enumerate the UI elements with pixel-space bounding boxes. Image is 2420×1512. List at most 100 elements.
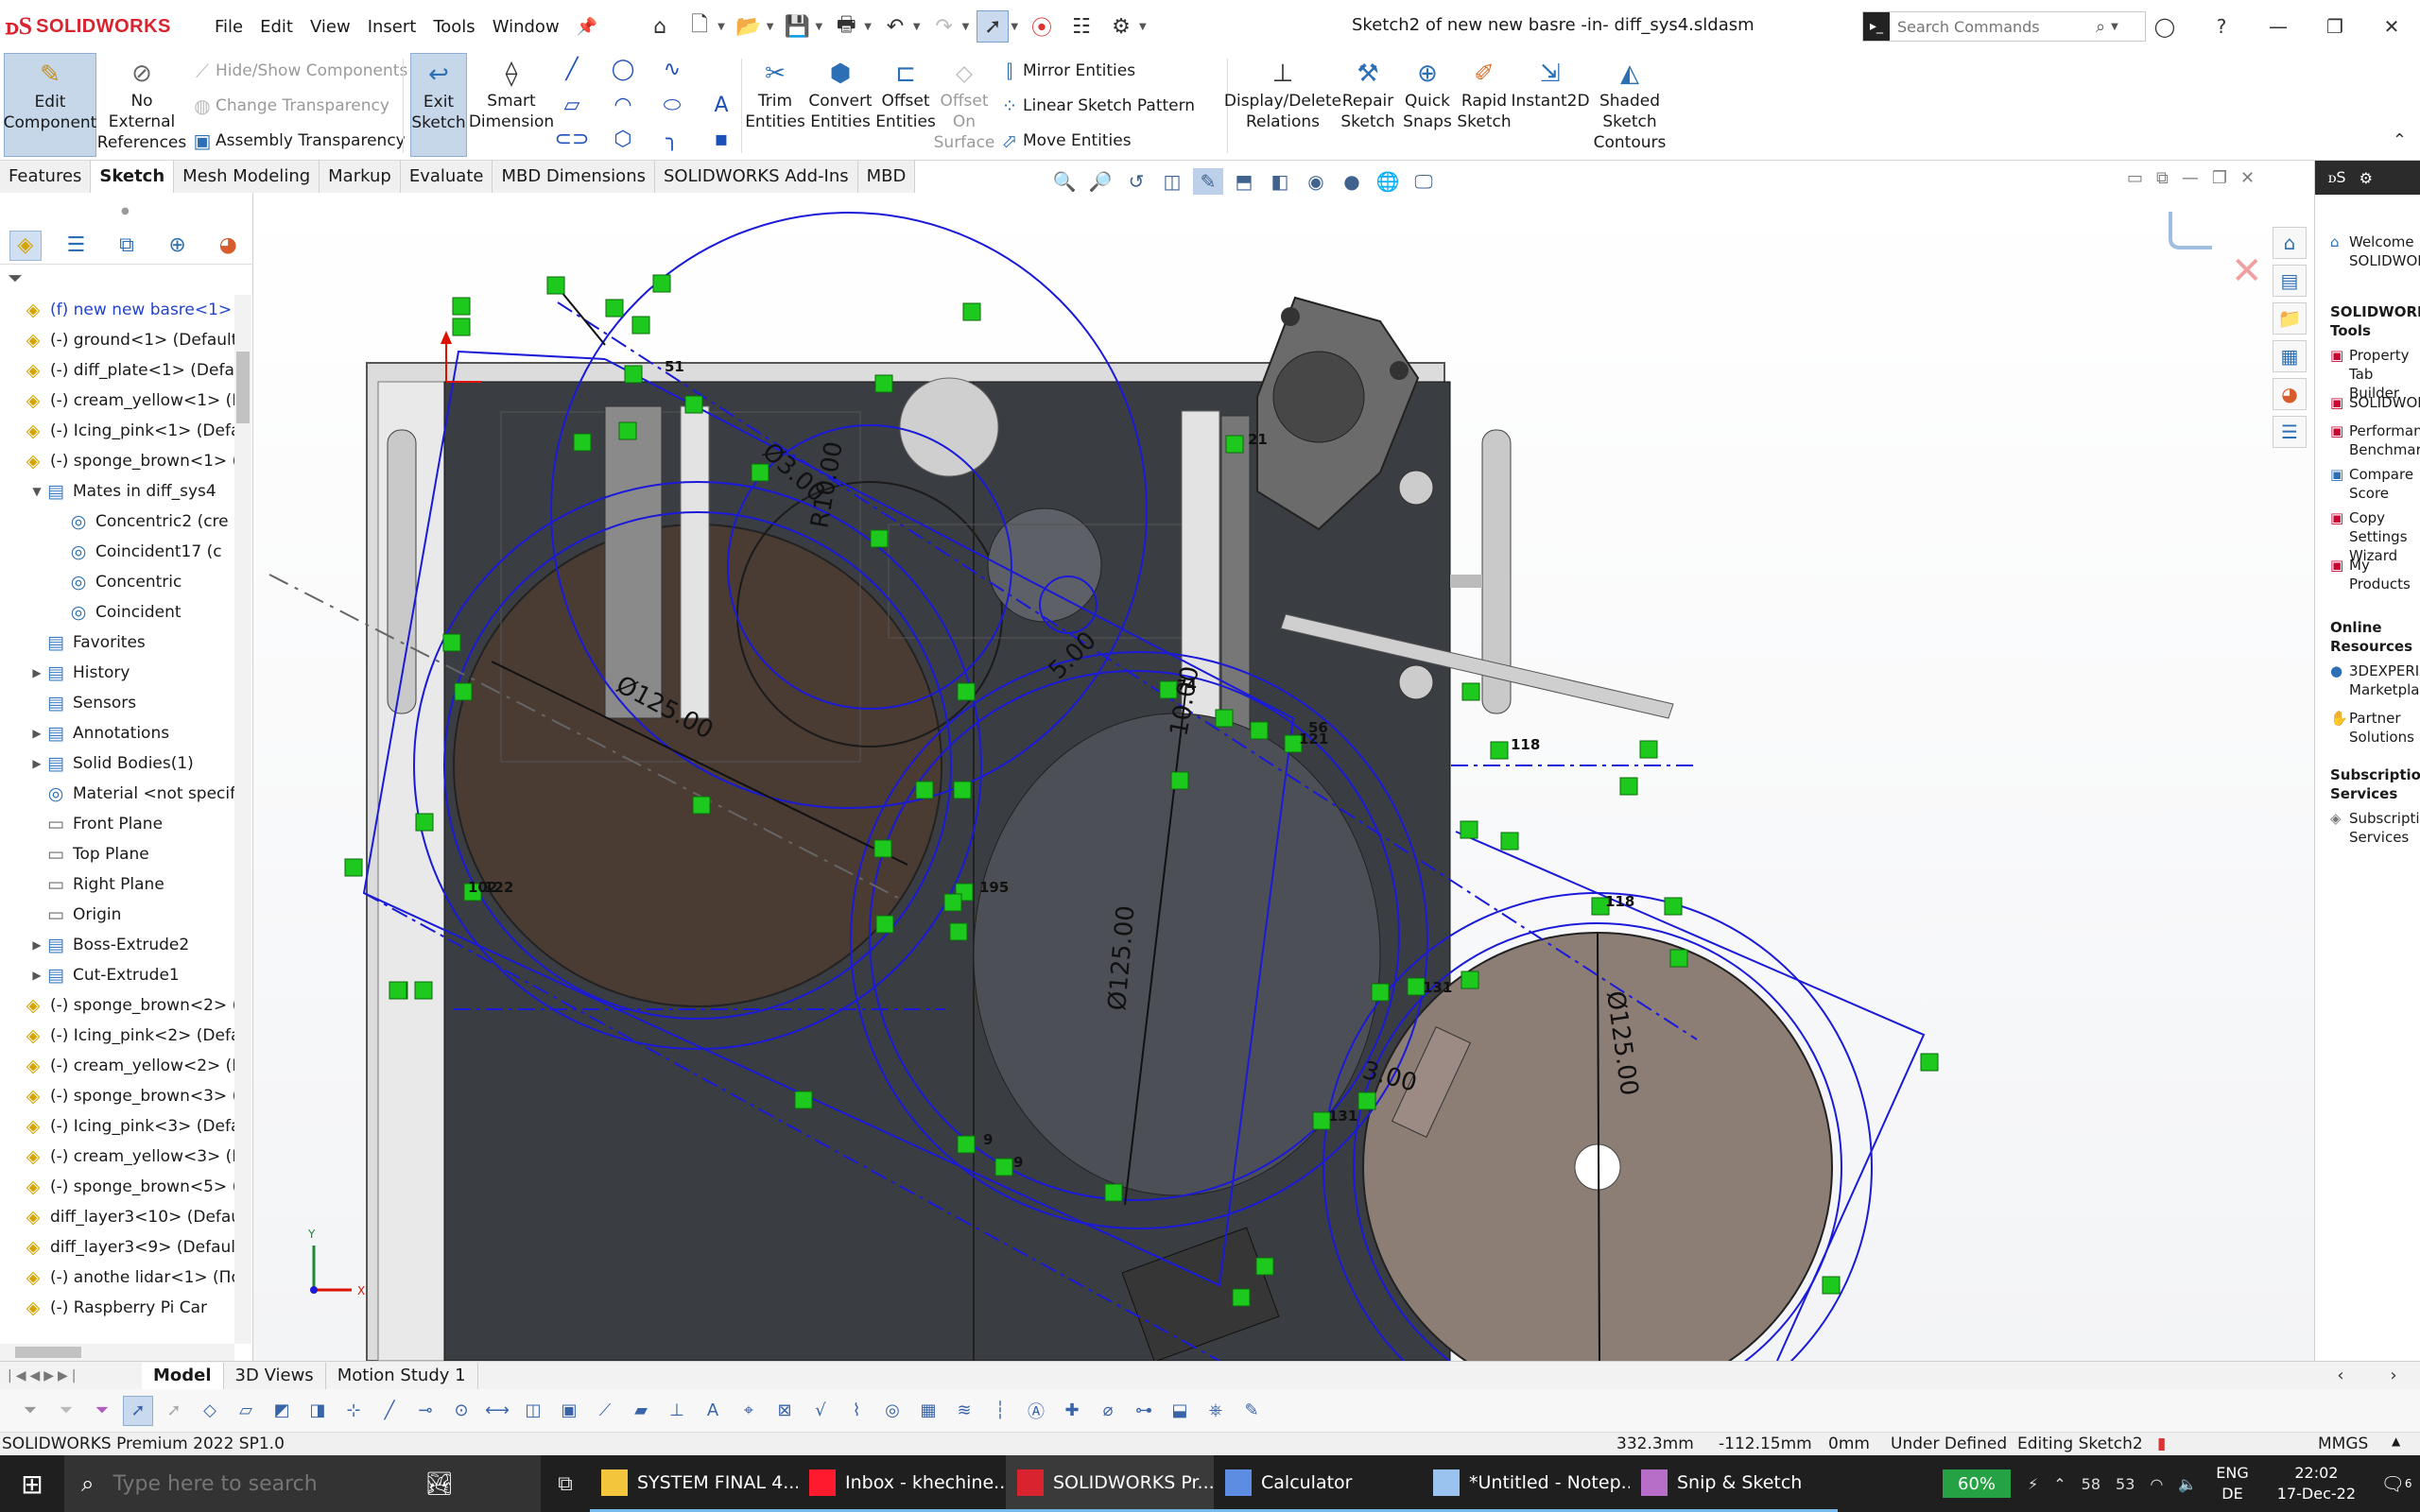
subscription-link[interactable]: ◈Subscription Services — [2330, 809, 2420, 847]
viewport-close-icon[interactable]: ✕ — [2240, 168, 2255, 188]
filter-balloons-icon[interactable]: ◎ — [877, 1396, 908, 1426]
tree-item[interactable]: ▭ Right Plane — [0, 869, 236, 900]
tree-expander-icon[interactable]: ▶ — [30, 666, 43, 679]
repair-sketch-button[interactable]: ⚒ Repair Sketch — [1337, 53, 1399, 157]
linear-sketch-pattern-button[interactable]: ⁘ Linear Sketch Pattern — [996, 92, 1195, 120]
battery-indicator[interactable]: 60% — [1943, 1469, 2012, 1498]
taskbar-app[interactable]: *Untitled - Notep... — [1422, 1455, 1630, 1512]
relation-marker-icon[interactable] — [994, 1158, 1013, 1177]
appearances-icon[interactable]: ◕ — [2273, 378, 2307, 410]
relation-marker-icon[interactable] — [1225, 435, 1244, 454]
chevron-down-icon[interactable]: ▼ — [717, 22, 725, 32]
tab-solidworks-addins[interactable]: SOLIDWORKS Add-Ins — [655, 161, 858, 193]
tree-item[interactable]: ▭ Origin — [0, 900, 236, 930]
offset-entities-button[interactable]: ⊏ Offset Entities — [875, 53, 936, 157]
tree-item[interactable]: ◈ diff_layer3<9> (Default) — [0, 1232, 236, 1263]
search-highlight-icon[interactable]: 🏞 — [424, 1470, 453, 1497]
tree-expander-icon[interactable]: ▶ — [30, 757, 43, 770]
relation-marker-icon[interactable] — [1215, 709, 1234, 728]
display-delete-relations-button[interactable]: ⊥ Display/Delete Relations — [1224, 53, 1341, 157]
pane-settings-icon[interactable]: ⚙ — [2360, 169, 2373, 187]
dimxpert-icon[interactable]: ⊕ — [162, 231, 194, 261]
filter-centerline-icon[interactable]: ┆ — [985, 1396, 1015, 1426]
rectangle-icon[interactable]: ▱ — [560, 93, 584, 117]
relation-marker-icon[interactable] — [389, 981, 407, 1000]
chevron-down-icon[interactable]: ▼ — [864, 22, 872, 32]
tree-item[interactable]: ▤ Favorites — [0, 627, 236, 658]
relation-marker-icon[interactable] — [874, 374, 893, 393]
filter-bodies-icon[interactable]: ◨ — [302, 1396, 333, 1426]
relation-marker-icon[interactable] — [957, 682, 976, 701]
traffic-light-icon[interactable]: ⦿ — [1026, 10, 1058, 43]
rapid-sketch-button[interactable]: ✐ Rapid Sketch — [1456, 53, 1512, 157]
hide-show-items-icon[interactable]: ◉ — [1301, 168, 1331, 195]
filter-edges-icon[interactable]: ▱ — [231, 1396, 261, 1426]
chevron-down-icon[interactable]: ▼ — [816, 22, 823, 32]
relation-marker-icon[interactable] — [1255, 1257, 1274, 1276]
tree-item[interactable]: ◎ Concentric2 (cre — [0, 507, 236, 537]
relation-marker-icon[interactable] — [1639, 740, 1658, 759]
relation-marker-icon[interactable] — [1170, 771, 1189, 790]
search-commands[interactable]: ▸_ ⌕ ▼ — [1862, 11, 2146, 42]
relation-marker-icon[interactable] — [1461, 682, 1480, 701]
volume-icon[interactable]: 🔈 — [2178, 1475, 2197, 1493]
property-manager-icon[interactable]: ☰ — [60, 231, 92, 261]
filter-connection-icon[interactable]: ⬓ — [1165, 1396, 1195, 1426]
chevron-down-icon[interactable]: ▼ — [1139, 22, 1147, 32]
fillet-icon[interactable]: ╮ — [660, 127, 684, 151]
relation-marker-icon[interactable] — [652, 274, 671, 293]
clock[interactable]: 22:02 17-Dec-22 — [2277, 1463, 2356, 1504]
filter-planes-icon[interactable]: ▰ — [626, 1396, 656, 1426]
relation-marker-icon[interactable] — [631, 316, 650, 335]
file-properties-icon[interactable]: ☷ — [1065, 10, 1098, 43]
status-units[interactable]: MMGS — [2318, 1435, 2368, 1453]
edit-appearance-icon[interactable]: ● — [1337, 168, 1367, 195]
custom-properties-icon[interactable]: ☰ — [2273, 416, 2307, 448]
tree-item[interactable]: ▼ ▤ Mates in diff_sys4 — [0, 476, 236, 507]
tree-item[interactable]: ◈ (-) cream_yellow<2> (De — [0, 1051, 236, 1081]
relation-marker-icon[interactable] — [1500, 832, 1519, 850]
save-icon[interactable]: 💾 — [782, 10, 814, 43]
view-settings-icon[interactable]: 🖵 — [1409, 168, 1439, 195]
file-explorer-icon[interactable]: 📁 — [2273, 302, 2307, 335]
tree-item[interactable]: ◈ (-) sponge_brown<5> (D — [0, 1172, 236, 1202]
relation-marker-icon[interactable] — [1371, 983, 1390, 1002]
chevron-down-icon[interactable]: ▼ — [913, 22, 921, 32]
input-language[interactable]: ENG DE — [2216, 1463, 2248, 1504]
resources-home-icon[interactable]: ⌂ — [2273, 227, 2307, 259]
online-link[interactable]: ●3DEXPERIENCE Marketplace — [2330, 662, 2420, 699]
graphics-area[interactable]: Ø125.00 Ø125.00 Ø125.00 R10.00 Ø3.00 10.00 3.0… — [253, 193, 2314, 1361]
feature-tree-icon[interactable]: ◈ — [9, 230, 42, 261]
tab-markup[interactable]: Markup — [320, 161, 401, 193]
filter-center-mark-icon[interactable]: ✚ — [1057, 1396, 1087, 1426]
filter-notes-icon[interactable]: A — [698, 1396, 728, 1426]
relation-marker-icon[interactable] — [1669, 949, 1688, 968]
menu-file[interactable]: File — [206, 17, 251, 37]
relation-marker-icon[interactable] — [1232, 1288, 1251, 1307]
dynamic-annotation-icon[interactable]: ✎ — [1193, 168, 1223, 195]
filter-hole-icon[interactable]: ⌀ — [1093, 1396, 1123, 1426]
taskbar-app[interactable]: Calculator — [1214, 1455, 1422, 1512]
tab-motion-study-1[interactable]: Motion Study 1 — [326, 1362, 478, 1389]
chevron-down-icon[interactable]: ▼ — [1011, 22, 1018, 32]
offset-on-surface-button[interactable]: ⬦ Offset On Surface — [934, 53, 995, 157]
scroll-thumb[interactable] — [15, 1347, 81, 1358]
relation-marker-icon[interactable] — [454, 682, 473, 701]
relation-marker-icon[interactable] — [943, 893, 962, 912]
relation-marker-icon[interactable] — [414, 981, 433, 1000]
relation-marker-icon[interactable] — [962, 302, 981, 321]
tray-counter-b[interactable]: 53 — [2116, 1475, 2135, 1493]
move-entities-button[interactable]: ⬀ Move Entities — [996, 127, 1132, 155]
spline-icon[interactable]: ∿ — [660, 57, 684, 81]
exit-sketch-button[interactable]: ↩ Exit Sketch — [410, 53, 467, 157]
task-view-icon[interactable]: ⧉ — [541, 1455, 590, 1512]
tree-item[interactable]: ◎ Coincident — [0, 597, 236, 627]
tab-model[interactable]: Model — [142, 1362, 224, 1389]
filter-faces-icon[interactable]: ◩ — [267, 1396, 297, 1426]
change-transparency-button[interactable]: ◍ Change Transparency — [189, 92, 389, 120]
chevron-up-icon[interactable]: ▲ — [2392, 1435, 2400, 1448]
relation-marker-icon[interactable] — [624, 365, 643, 384]
filter-routing-icon[interactable]: ⊶ — [1129, 1396, 1159, 1426]
relation-marker-icon[interactable] — [452, 318, 471, 336]
filter-midpoints-icon[interactable]: ⊸ — [410, 1396, 441, 1426]
